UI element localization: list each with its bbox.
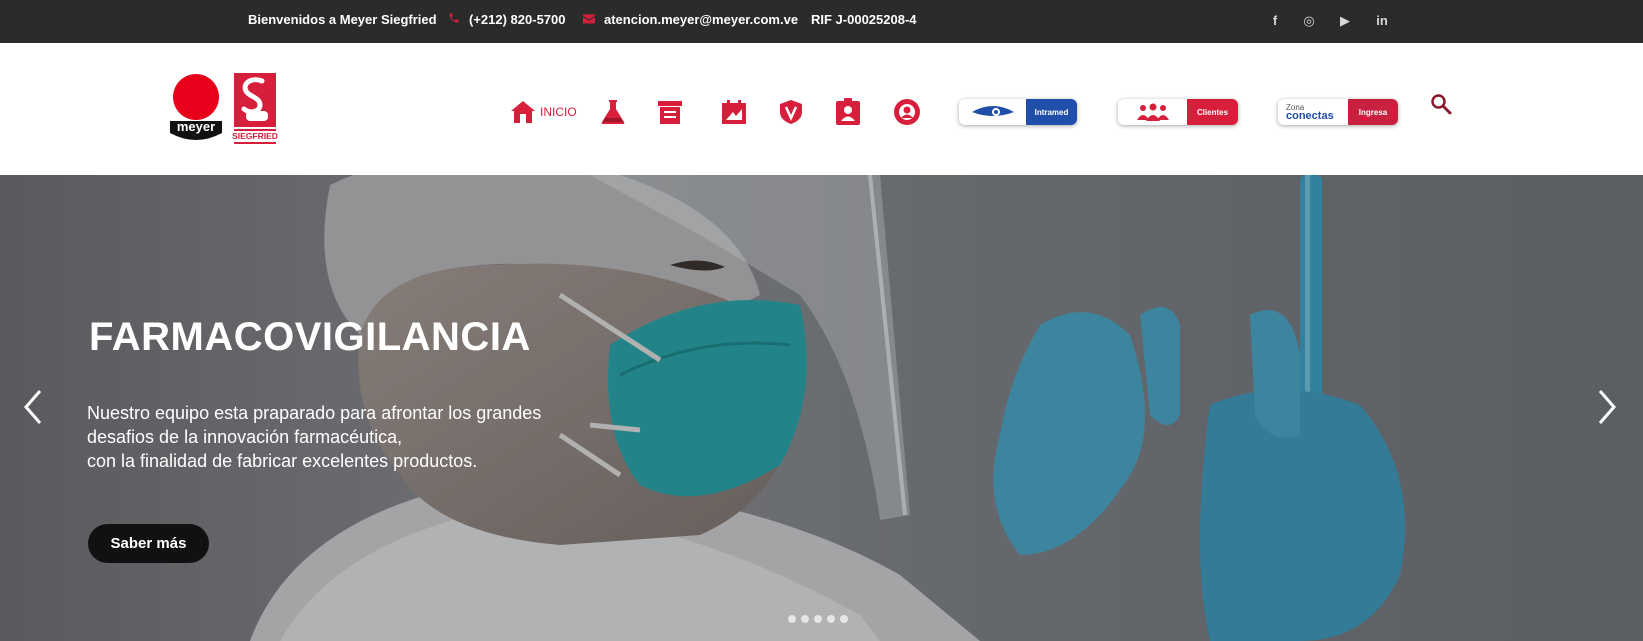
welcome-text: Bienvenidos a Meyer Siegfried — [248, 12, 437, 27]
archive-icon — [658, 101, 682, 124]
zona-conectas-logo: Zona conectas — [1278, 99, 1348, 125]
phone-link[interactable]: (+212) 820-5700 — [447, 12, 566, 27]
rif-label: RIF J-00025208-4 — [811, 12, 917, 27]
eye-logo-icon — [959, 99, 1026, 125]
intramed-portal-button[interactable]: Intramed — [959, 99, 1077, 125]
facebook-icon[interactable]: f — [1265, 11, 1285, 31]
hero-description: Nuestro equipo esta praparado para afron… — [87, 401, 647, 473]
phone-number: (+212) 820-5700 — [469, 12, 566, 27]
chevron-right-icon — [1598, 390, 1616, 424]
hero-line-3: con la finalidad de fabricar excelentes … — [87, 451, 478, 471]
clientes-label: Clientes — [1187, 99, 1238, 125]
email-address: atencion.meyer@meyer.com.ve — [604, 12, 799, 27]
search-icon — [1431, 94, 1452, 115]
linkedin-icon[interactable]: in — [1372, 11, 1392, 31]
nav-inicio-label: INICIO — [540, 105, 577, 119]
chevron-left-icon — [24, 390, 42, 424]
siegfried-logo-text: SIEGFRIED — [232, 131, 278, 141]
zona-logo-line2: conectas — [1286, 110, 1334, 122]
hero-line-1: Nuestro equipo esta praparado para afron… — [87, 403, 542, 423]
nav-eventos[interactable] — [721, 97, 747, 127]
slider-dot[interactable] — [788, 615, 796, 623]
nav-archivo[interactable] — [657, 97, 683, 127]
intramed-label: Intramed — [1026, 99, 1077, 125]
slider-dot[interactable] — [840, 615, 848, 623]
slider-prev-button[interactable] — [18, 387, 48, 427]
clientes-portal-button[interactable]: Clientes — [1118, 99, 1238, 125]
siegfried-logo[interactable]: SIEGFRIED — [232, 73, 280, 145]
support-icon — [894, 99, 920, 125]
top-bar: Bienvenidos a Meyer Siegfried (+212) 820… — [0, 0, 1643, 43]
slider-dot[interactable] — [814, 615, 822, 623]
ingresa-label: Ingresa — [1348, 99, 1398, 125]
nav-soporte[interactable] — [893, 97, 921, 127]
slider-dot[interactable] — [827, 615, 835, 623]
nav-valores[interactable] — [778, 97, 804, 127]
slider-dot[interactable] — [801, 615, 809, 623]
hero-slider: FARMACOVIGILANCIA Nuestro equipo esta pr… — [0, 175, 1643, 641]
search-button[interactable] — [1430, 93, 1454, 117]
saber-mas-button[interactable]: Saber más — [88, 524, 209, 563]
envelope-icon — [582, 12, 596, 27]
email-link[interactable]: atencion.meyer@meyer.com.ve — [582, 12, 798, 27]
zona-conectas-button[interactable]: Zona conectas Ingresa — [1278, 99, 1398, 125]
badge-v-icon — [780, 100, 802, 124]
group-people-icon — [1118, 99, 1187, 125]
flask-icon — [601, 100, 625, 124]
instagram-icon[interactable]: ◎ — [1299, 11, 1319, 31]
phone-icon — [447, 12, 461, 27]
rif-text: RIF J-00025208-4 — [811, 12, 917, 27]
nav-contacto[interactable] — [835, 97, 861, 127]
hero-line-2: desafios de la innovación farmacéutica, — [87, 427, 403, 447]
home-icon — [511, 101, 535, 123]
welcome-label: Bienvenidos a Meyer Siegfried — [248, 12, 437, 27]
meyer-logo-text: meyer — [177, 119, 215, 134]
youtube-icon[interactable]: ▶ — [1335, 11, 1355, 31]
nav-laboratorio[interactable] — [601, 97, 625, 127]
meyer-logo[interactable]: meyer — [168, 73, 224, 145]
hero-title: FARMACOVIGILANCIA — [89, 315, 531, 359]
nav-inicio[interactable]: INICIO — [510, 97, 577, 127]
slider-dots — [788, 615, 848, 623]
slider-next-button[interactable] — [1592, 387, 1622, 427]
main-header: meyer SIEGFRIED INICIO Intramed Clientes… — [0, 43, 1643, 175]
id-card-icon — [836, 98, 860, 125]
calendar-icon — [722, 100, 746, 124]
